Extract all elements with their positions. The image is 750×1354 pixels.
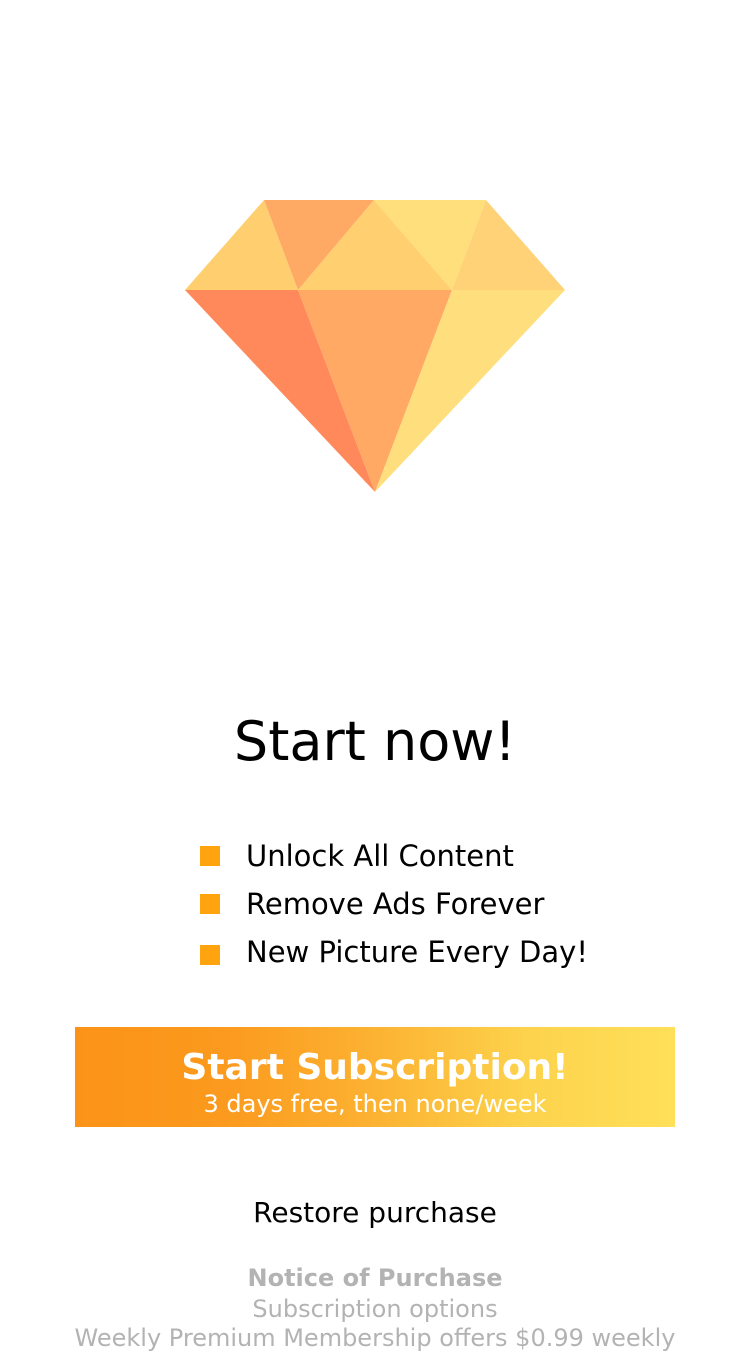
feature-list: Unlock All Content Remove Ads Forever Ne… (200, 832, 720, 976)
feature-item: Remove Ads Forever (200, 880, 720, 928)
bullet-square-icon (200, 894, 220, 914)
feature-label-new-picture: New Picture Every Day! (246, 935, 588, 969)
notice-body-line: Weekly Premium Membership offers $0.99 w… (74, 1324, 676, 1352)
diamond-icon (185, 200, 565, 492)
bullet-square-icon (200, 945, 220, 965)
notice-subtitle: Subscription options (252, 1295, 498, 1323)
start-subscription-button[interactable]: Start Subscription! 3 days free, then no… (75, 1027, 675, 1127)
feature-item: New Picture Every Day! (200, 928, 720, 976)
cta-title: Start Subscription! (181, 1046, 569, 1088)
feature-item: Unlock All Content (200, 832, 720, 880)
bullet-square-icon (200, 846, 220, 866)
diamond-graphic (185, 200, 565, 492)
cta-subtitle: 3 days free, then none/week (203, 1089, 547, 1118)
feature-label-unlock: Unlock All Content (246, 839, 514, 873)
feature-label-remove-ads: Remove Ads Forever (246, 887, 545, 921)
restore-purchase-link[interactable]: Restore purchase (0, 1192, 750, 1234)
headline-title: Start now! (233, 710, 517, 773)
notice-title: Notice of Purchase (247, 1264, 503, 1292)
